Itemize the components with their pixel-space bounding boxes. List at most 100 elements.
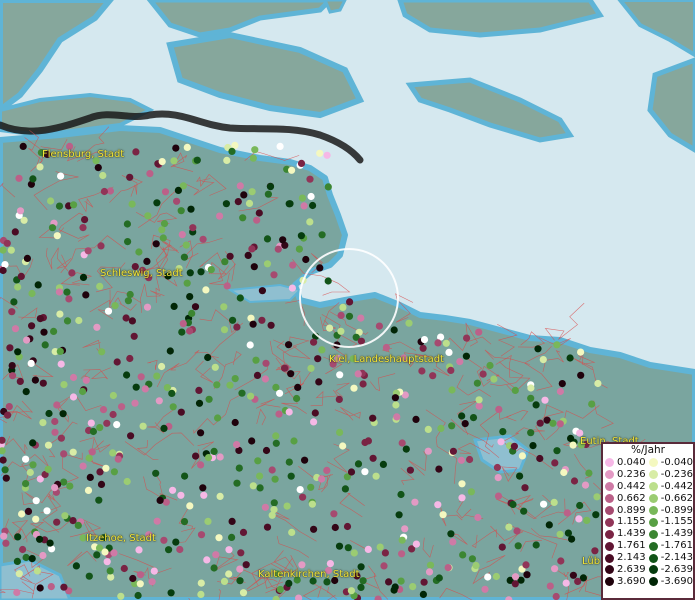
measurement-point[interactable] — [534, 345, 542, 353]
measurement-point[interactable] — [33, 567, 42, 575]
measurement-point[interactable] — [331, 523, 339, 532]
measurement-point[interactable] — [96, 282, 104, 290]
measurement-point[interactable] — [82, 376, 90, 384]
measurement-point[interactable] — [17, 272, 25, 280]
measurement-point[interactable] — [237, 549, 245, 557]
measurement-point[interactable] — [532, 541, 540, 549]
measurement-point[interactable] — [69, 517, 77, 525]
measurement-point[interactable] — [550, 498, 558, 506]
measurement-point[interactable] — [195, 399, 204, 407]
measurement-point[interactable] — [398, 550, 406, 558]
measurement-point[interactable] — [532, 401, 540, 409]
measurement-point[interactable] — [339, 442, 347, 450]
measurement-point[interactable] — [288, 528, 296, 537]
measurement-point[interactable] — [287, 370, 295, 378]
measurement-point[interactable] — [253, 371, 262, 379]
measurement-point[interactable] — [239, 589, 248, 597]
measurement-point[interactable] — [275, 410, 283, 418]
measurement-point[interactable] — [107, 573, 115, 581]
measurement-point[interactable] — [47, 583, 55, 591]
measurement-point[interactable] — [591, 547, 599, 555]
measurement-point[interactable] — [34, 281, 42, 289]
measurement-point[interactable] — [45, 409, 53, 418]
measurement-point[interactable] — [336, 428, 344, 436]
measurement-point[interactable] — [191, 303, 200, 311]
measurement-point[interactable] — [152, 240, 160, 248]
measurement-point[interactable] — [109, 449, 117, 457]
measurement-point[interactable] — [339, 303, 347, 311]
measurement-point[interactable] — [281, 364, 289, 372]
measurement-point[interactable] — [251, 146, 259, 154]
measurement-point[interactable] — [109, 391, 117, 400]
measurement-point[interactable] — [0, 532, 8, 540]
measurement-point[interactable] — [557, 557, 565, 565]
measurement-point[interactable] — [60, 381, 68, 389]
measurement-point[interactable] — [56, 310, 64, 318]
measurement-point[interactable] — [484, 573, 492, 581]
measurement-point[interactable] — [395, 511, 403, 519]
measurement-point[interactable] — [435, 465, 443, 473]
measurement-point[interactable] — [516, 472, 524, 480]
measurement-point[interactable] — [6, 344, 14, 352]
measurement-point[interactable] — [461, 420, 469, 428]
measurement-point[interactable] — [527, 429, 535, 437]
measurement-point[interactable] — [4, 411, 12, 419]
measurement-point[interactable] — [350, 549, 358, 557]
measurement-point[interactable] — [55, 202, 64, 210]
measurement-point[interactable] — [220, 303, 228, 311]
measurement-point[interactable] — [527, 384, 535, 392]
measurement-point[interactable] — [110, 468, 118, 476]
measurement-point[interactable] — [167, 589, 175, 597]
measurement-point[interactable] — [391, 394, 399, 402]
measurement-point[interactable] — [228, 147, 236, 155]
measurement-point[interactable] — [411, 498, 419, 506]
measurement-point[interactable] — [113, 421, 121, 429]
measurement-point[interactable] — [505, 523, 513, 531]
measurement-point[interactable] — [401, 525, 409, 533]
measurement-point[interactable] — [279, 236, 287, 244]
measurement-point[interactable] — [511, 386, 519, 394]
measurement-point[interactable] — [258, 316, 266, 324]
measurement-point[interactable] — [256, 484, 264, 492]
measurement-point[interactable] — [59, 410, 67, 418]
measurement-point[interactable] — [392, 401, 400, 409]
measurement-point[interactable] — [136, 571, 145, 579]
measurement-point[interactable] — [132, 383, 140, 391]
measurement-point[interactable] — [93, 323, 101, 331]
measurement-point[interactable] — [177, 207, 185, 215]
measurement-point[interactable] — [213, 381, 221, 389]
measurement-point[interactable] — [173, 197, 181, 205]
measurement-point[interactable] — [248, 437, 256, 445]
measurement-point[interactable] — [350, 384, 358, 392]
measurement-point[interactable] — [435, 574, 443, 582]
measurement-point[interactable] — [263, 235, 272, 243]
measurement-point[interactable] — [249, 320, 257, 328]
measurement-point[interactable] — [310, 338, 318, 346]
measurement-point[interactable] — [84, 486, 93, 494]
measurement-point[interactable] — [409, 583, 417, 591]
measurement-point[interactable] — [276, 585, 284, 594]
measurement-point[interactable] — [197, 268, 205, 276]
measurement-point[interactable] — [223, 282, 231, 290]
measurement-point[interactable] — [15, 174, 23, 182]
measurement-point[interactable] — [520, 507, 528, 515]
measurement-point[interactable] — [448, 422, 456, 430]
measurement-point[interactable] — [231, 375, 239, 383]
measurement-point[interactable] — [244, 251, 252, 259]
measurement-point[interactable] — [335, 542, 344, 550]
measurement-point[interactable] — [3, 239, 11, 247]
measurement-point[interactable] — [361, 438, 369, 447]
measurement-point[interactable] — [129, 574, 137, 583]
measurement-point[interactable] — [263, 260, 272, 268]
measurement-point[interactable] — [527, 394, 535, 402]
measurement-point[interactable] — [307, 483, 315, 491]
measurement-point[interactable] — [390, 586, 398, 594]
measurement-point[interactable] — [447, 530, 455, 538]
measurement-point[interactable] — [289, 261, 297, 269]
measurement-point[interactable] — [22, 553, 30, 562]
measurement-point[interactable] — [169, 486, 177, 494]
measurement-point[interactable] — [158, 362, 166, 371]
measurement-point[interactable] — [131, 399, 139, 407]
measurement-point[interactable] — [357, 583, 365, 592]
measurement-point[interactable] — [183, 143, 191, 151]
